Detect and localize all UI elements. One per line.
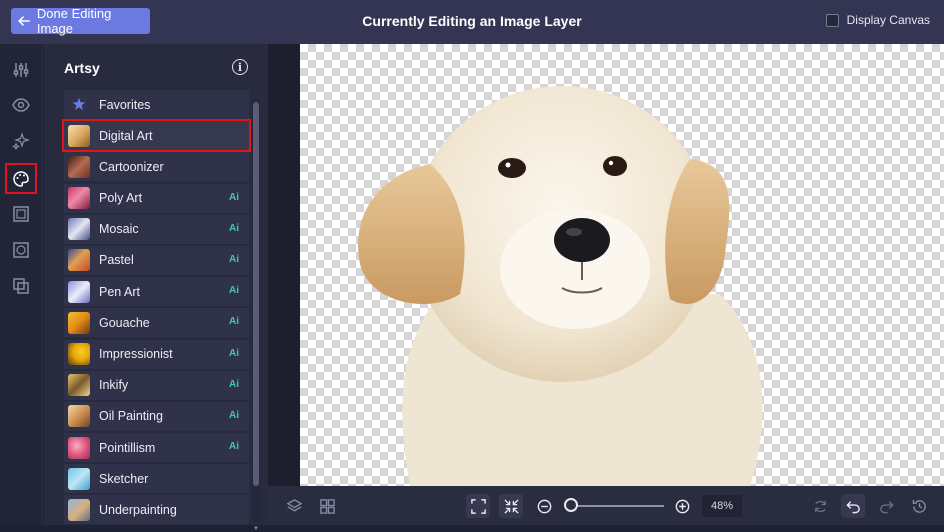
done-editing-label: Done Editing Image [36,6,112,36]
overlay-icon[interactable] [9,274,33,298]
list-item-underpainting[interactable]: Underpainting [64,495,249,525]
panel-scrollbar[interactable]: ▼ [252,100,260,532]
item-label: Poly Art [99,191,143,206]
ai-badge: Ai [229,253,239,265]
undo-icon[interactable] [841,494,865,518]
list-item-gouache[interactable]: Gouache Ai [64,308,249,338]
display-canvas-toggle[interactable]: Display Canvas [825,13,930,27]
palette-icon[interactable] [5,163,37,194]
item-label: Pen Art [99,284,140,299]
list-item-cartoonizer[interactable]: Cartoonizer [64,152,249,182]
list-item-poly-art[interactable]: Poly Art Ai [64,183,249,213]
effects-list: ★ Favorites Digital Art Cartoonizer Poly… [62,90,251,527]
list-item-mosaic[interactable]: Mosaic Ai [64,214,249,244]
list-item-digital-art[interactable]: Digital Art [62,119,251,153]
item-label: Sketcher [99,471,149,486]
sketcher-thumbnail [68,467,90,490]
info-icon[interactable]: i [232,59,248,75]
canvas-gutter [268,44,300,486]
zoom-level[interactable]: 48% [702,495,742,517]
underpainting-thumbnail [68,498,90,521]
zoom-slider-handle[interactable] [564,498,578,512]
list-item-impressionist[interactable]: Impressionist Ai [64,339,249,369]
cartoonizer-thumbnail [68,155,90,178]
done-editing-button[interactable]: Done Editing Image [11,6,150,36]
item-label: Pastel [99,253,134,268]
ai-badge: Ai [229,409,239,421]
scroll-down-icon[interactable]: ▼ [252,526,260,532]
digital-art-thumbnail [68,124,90,147]
zoom-slider-track[interactable] [564,505,664,507]
list-item-favorites[interactable]: ★ Favorites [64,90,249,119]
ai-badge: Ai [229,347,239,359]
list-item-pen-art[interactable]: Pen Art Ai [64,277,249,307]
list-item-sketcher[interactable]: Sketcher [64,464,249,494]
ai-badge: Ai [229,441,239,453]
item-label: Cartoonizer [99,159,164,174]
tool-rail [0,44,43,525]
item-label: Favorites [99,97,151,112]
pen-art-thumbnail [68,280,90,303]
bottom-toolbar: 48% [268,486,944,525]
item-label: Underpainting [99,502,177,517]
frame-icon[interactable] [9,202,33,226]
panel-title: Artsy [64,60,100,76]
shrink-icon[interactable] [499,494,523,518]
item-label: Pointillism [99,440,156,455]
impressionist-thumbnail [68,343,90,365]
sparkles-icon[interactable] [9,129,33,153]
grid-icon[interactable] [315,494,339,518]
sliders-icon[interactable] [9,58,33,82]
panel-scrollbar-thumb[interactable] [253,102,259,486]
item-label: Digital Art [99,128,153,143]
oil-painting-thumbnail [68,405,90,428]
item-label: Mosaic [99,222,139,237]
ai-badge: Ai [229,222,239,234]
effects-panel: Artsy i ★ Favorites Digital Art Cartooni… [44,44,268,532]
ai-badge: Ai [229,378,239,390]
display-canvas-label: Display Canvas [846,13,930,27]
poly-art-thumbnail [68,187,90,210]
zoom-in-icon[interactable] [670,494,694,518]
display-canvas-checkbox[interactable] [825,13,839,27]
item-label: Oil Painting [99,409,163,424]
ai-badge: Ai [229,316,239,328]
fit-screen-icon[interactable] [466,494,490,518]
star-icon: ★ [71,94,87,114]
reset-icon[interactable] [808,494,832,518]
list-item-oil-painting[interactable]: Oil Painting Ai [64,401,249,431]
layers-icon[interactable] [282,494,306,518]
zoom-out-icon[interactable] [532,494,556,518]
ai-badge: Ai [229,285,239,297]
inkify-thumbnail [68,374,90,397]
pastel-thumbnail [68,249,90,272]
mosaic-thumbnail [68,218,90,241]
list-item-pointillism[interactable]: Pointillism Ai [64,433,249,463]
gouache-thumbnail [68,311,90,334]
pointillism-thumbnail [68,436,90,459]
dog-image [358,86,763,486]
redo-icon[interactable] [874,494,898,518]
texture-icon[interactable] [9,238,33,262]
top-bar: Done Editing Image Currently Editing an … [0,0,944,44]
ai-badge: Ai [229,191,239,203]
item-label: Inkify [99,378,129,393]
list-item-pastel[interactable]: Pastel Ai [64,245,249,275]
item-label: Gouache [99,315,150,330]
list-item-inkify[interactable]: Inkify Ai [64,370,249,400]
history-icon[interactable] [907,494,931,518]
arrow-left-icon [18,16,30,26]
image-canvas[interactable] [300,44,944,486]
eye-icon[interactable] [9,93,33,117]
item-label: Impressionist [99,347,173,361]
